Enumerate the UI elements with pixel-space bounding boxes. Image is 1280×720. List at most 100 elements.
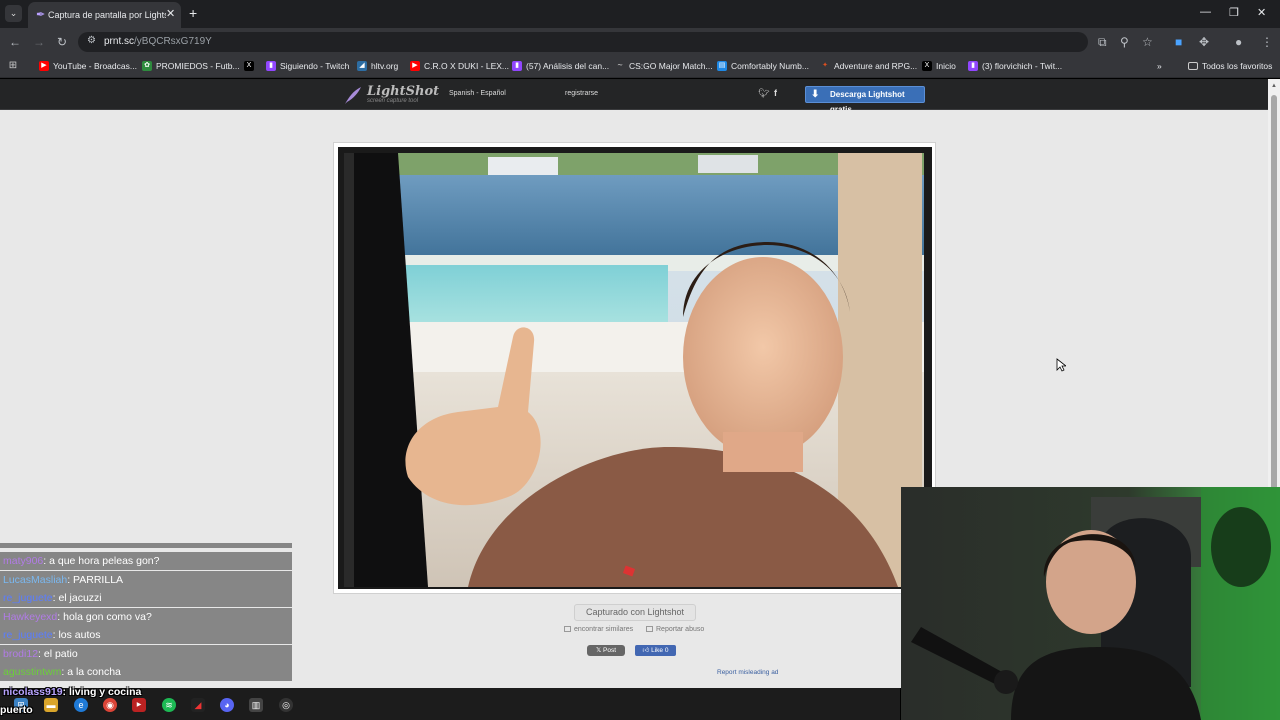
discord-icon[interactable]: ◕ <box>220 698 234 712</box>
bookmark-item[interactable]: ▮ (3) florvichich - Twit... <box>968 61 1062 71</box>
x-icon: 𝕏 <box>595 647 604 654</box>
site-info-icon[interactable]: ⚙ <box>87 35 96 46</box>
chat-username: re_juguete <box>3 629 53 641</box>
chat-message: brodi12: el patio <box>0 645 292 663</box>
flag-icon <box>646 626 653 632</box>
bookmark-item[interactable]: ∼ CS:GO Major Match... <box>615 61 713 71</box>
chat-text: : el patio <box>38 648 78 660</box>
chrome-icon[interactable]: ◉ <box>103 698 117 712</box>
bookmark-item[interactable]: ▶ YouTube - Broadcas... <box>39 61 137 71</box>
chat-text: : PARRILLA <box>67 574 124 586</box>
lightshot-logo[interactable]: LightShot screen capture tool <box>367 84 439 104</box>
webcam-overlay <box>901 487 1280 720</box>
chat-message: agusstintwm: a la concha <box>0 663 292 681</box>
tab-title: Captura de pantalla por Lightsh <box>48 10 166 20</box>
chat-message: re_juguete: los autos <box>0 626 292 644</box>
chat-message: maty906: a que hora peleas gon? <box>0 552 292 570</box>
chat-message-partial: puerto <box>0 704 33 716</box>
hltv-icon: ◢ <box>357 61 367 71</box>
find-similar-link[interactable]: encontrar similares <box>564 626 633 633</box>
reload-icon[interactable]: ↻ <box>57 35 67 49</box>
bookmark-item[interactable]: ✦ Adventure and RPG... <box>820 61 917 71</box>
download-icon: ⬇ <box>811 89 820 100</box>
language-selector[interactable]: Spanish - Español <box>449 90 506 97</box>
forward-arrow-icon[interactable]: → <box>33 35 45 49</box>
bookmark-item[interactable]: ◢ hltv.org <box>357 61 398 71</box>
captured-with-lightshot-button[interactable]: Capturado con Lightshot <box>574 604 696 621</box>
edge-icon[interactable]: e <box>74 698 88 712</box>
minimize-button[interactable]: — <box>1200 6 1211 18</box>
bookmark-item[interactable]: X Inicio <box>922 61 956 71</box>
maximize-button[interactable]: ❐ <box>1229 6 1239 19</box>
bookmark-item[interactable]: ▮ (57) Análisis del can... <box>512 61 609 71</box>
apps-grid-icon[interactable]: ⊞ <box>8 61 22 71</box>
chat-username: LucasMasliah <box>3 574 68 586</box>
chat-text: : a que hora peleas gon? <box>43 555 160 567</box>
x-post-button[interactable]: 𝕏 Post <box>587 645 625 656</box>
promiedos-icon: ✿ <box>142 61 152 71</box>
thumbs-up-icon: 👍︎ <box>642 647 652 654</box>
browser-tab[interactable]: ✒ Captura de pantalla por Lightsh ✕ <box>28 2 181 28</box>
chat-message: LucasMasliah: PARRILLA <box>0 571 292 589</box>
all-bookmarks-folder[interactable]: Todos los favoritos <box>1188 61 1272 71</box>
bookmark-item[interactable]: ▮ Siguiendo - Twitch <box>266 61 349 71</box>
obs-icon[interactable]: ◎ <box>279 698 293 712</box>
lightshot-header <box>0 79 1268 110</box>
chat-message: re_juguete: el jacuzzi <box>0 589 292 607</box>
bookmark-item[interactable]: ✿ PROMIEDOS - Futb... <box>142 61 240 71</box>
tab-search-button[interactable]: ⌄ <box>5 5 22 22</box>
close-tab-icon[interactable]: ✕ <box>166 7 175 20</box>
mouse-cursor-icon <box>1056 358 1066 372</box>
bookmark-item[interactable]: ▶ C.R.O X DUKI - LEX... <box>410 61 509 71</box>
image-icon <box>564 626 571 632</box>
doc-icon: ▤ <box>717 61 727 71</box>
zoom-icon[interactable]: ⚲ <box>1120 35 1129 49</box>
chat-message: nicolass919: living y cocina <box>3 686 141 698</box>
facebook-like-button[interactable]: 👍︎ Like 0 <box>635 645 676 656</box>
menu-kebab-icon[interactable]: ⋮ <box>1261 35 1273 49</box>
download-lightshot-button[interactable]: ⬇ Descarga Lightshot gratis <box>805 86 925 114</box>
close-window-button[interactable]: ✕ <box>1257 6 1266 19</box>
twitch-icon: ▮ <box>266 61 276 71</box>
facebook-icon[interactable]: f <box>774 88 777 98</box>
folder-icon <box>1188 62 1198 70</box>
file-explorer-icon[interactable]: ▬ <box>44 698 58 712</box>
chat-text: : a la concha <box>61 666 121 678</box>
address-bar[interactable]: ⚙ prnt.sc/yBQCRsxG719Y <box>78 32 1088 52</box>
chat-text: : living y cocina <box>62 686 142 698</box>
more-bookmarks-icon[interactable]: » <box>1157 61 1162 71</box>
lightshot-feather-icon <box>345 87 361 104</box>
youtube-icon: ▶ <box>410 61 420 71</box>
extensions-puzzle-icon[interactable]: ✥ <box>1199 35 1209 49</box>
recording-app-icon[interactable]: ◢ <box>191 698 205 712</box>
report-abuse-link[interactable]: Reportar abuso <box>646 626 704 633</box>
back-arrow-icon[interactable]: ← <box>9 35 21 49</box>
twitter-icon[interactable]: 🐦︎ <box>758 88 769 99</box>
extension-icon[interactable]: ■ <box>1175 35 1182 49</box>
url-host: prnt.sc <box>104 36 135 47</box>
chat-username: re_juguete <box>3 592 53 604</box>
youtube-icon: ▶ <box>39 61 49 71</box>
bookmark-item[interactable]: X <box>244 61 258 71</box>
register-link[interactable]: registrarse <box>565 90 598 97</box>
screenshot-image[interactable] <box>338 147 932 589</box>
twitch-icon: ▮ <box>512 61 522 71</box>
lightshot-feather-icon: ✒ <box>36 9 46 21</box>
bookmark-item[interactable]: ▤ Comfortably Numb... <box>717 61 809 71</box>
audio-app-icon[interactable]: ▥ <box>249 698 263 712</box>
chat-text: : los autos <box>52 629 101 641</box>
chat-username: nicolass919 <box>3 686 63 698</box>
chat-username: Hawkeyexd <box>3 611 58 623</box>
chat-text: : el jacuzzi <box>52 592 102 604</box>
chat-text: : hola gon como va? <box>57 611 152 623</box>
install-app-icon[interactable]: ⧉ <box>1098 35 1107 50</box>
report-misleading-ad-link[interactable]: Report misleading ad <box>717 669 778 676</box>
youtube-app-icon[interactable]: ▶ <box>132 698 146 712</box>
profile-avatar[interactable]: ● <box>1235 35 1242 49</box>
url-path: /yBQCRsxG719Y <box>134 36 212 47</box>
chat-username: agusstintwm <box>3 666 62 678</box>
spotify-icon[interactable]: ≋ <box>162 698 176 712</box>
chat-message: Hawkeyexd: hola gon como va? <box>0 608 292 626</box>
bookmark-star-icon[interactable]: ☆ <box>1142 35 1153 49</box>
new-tab-button[interactable]: + <box>189 5 197 21</box>
